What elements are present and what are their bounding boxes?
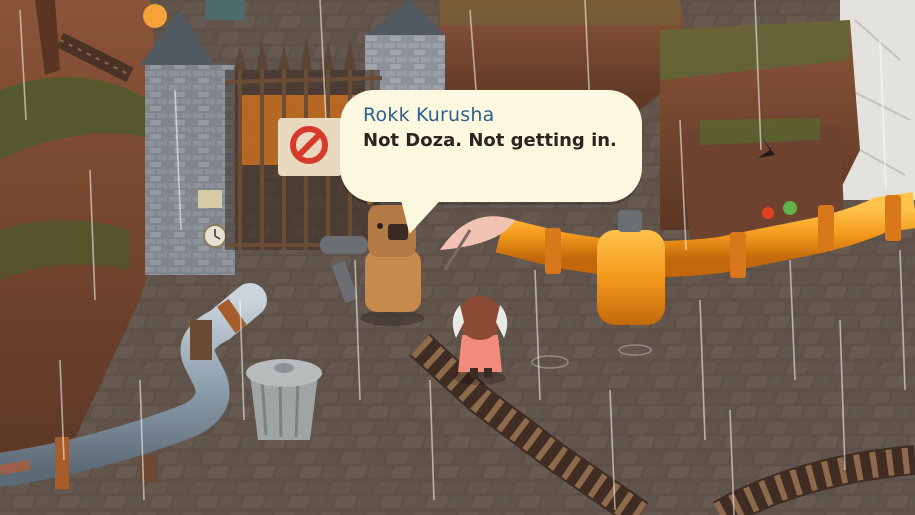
dialogue-text: Not Doza. Not getting in. <box>363 130 617 151</box>
speaker-name: Rokk Kurusha <box>363 104 495 126</box>
dialogue-tail <box>395 198 443 234</box>
game-scene <box>0 0 915 515</box>
trash-can <box>246 359 322 440</box>
wooden-post <box>190 320 212 360</box>
